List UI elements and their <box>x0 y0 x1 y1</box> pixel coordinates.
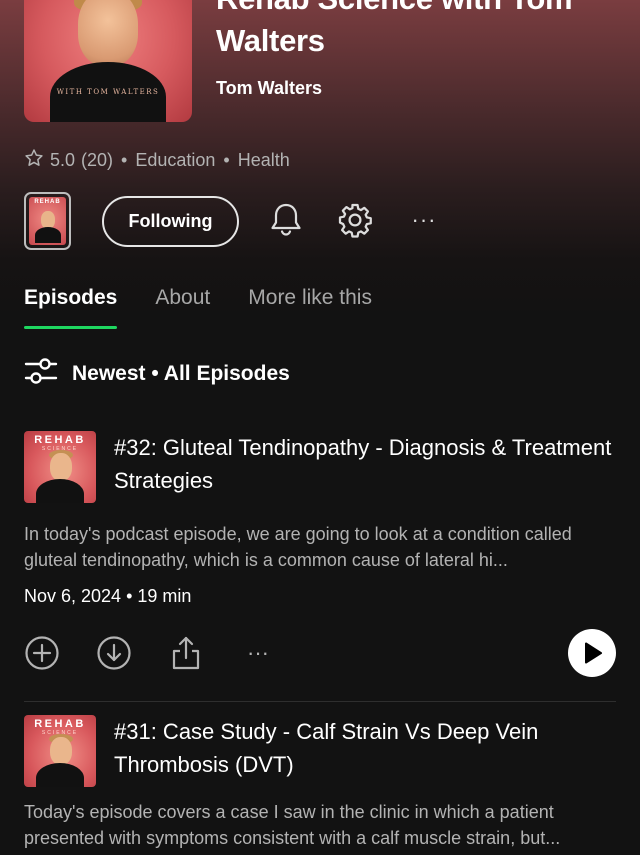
mini-cover-text: REHAB <box>34 199 61 205</box>
episode-description: In today's podcast episode, we are going… <box>24 524 572 570</box>
tab-more-like-this[interactable]: More like this <box>248 286 372 330</box>
episode-description: Today's episode covers a case I saw in t… <box>24 802 561 848</box>
episode-filter[interactable]: Newest • All Episodes <box>24 356 290 392</box>
thumb-face <box>50 737 72 765</box>
episode-duration: 19 min <box>137 586 192 606</box>
thumb-title: REHAB <box>34 434 86 446</box>
episode-date-duration: Nov 6, 2024 • 19 min <box>24 586 191 607</box>
episode-thumbnail: REHAB SCIENCE <box>24 431 96 503</box>
cover-face <box>78 0 138 66</box>
gear-icon[interactable] <box>337 202 373 238</box>
sliders-icon <box>24 356 58 392</box>
share-icon[interactable] <box>168 635 204 671</box>
play-button[interactable] <box>568 629 616 677</box>
mini-cover-image: REHAB <box>29 197 66 245</box>
add-to-library-icon[interactable] <box>24 635 60 671</box>
episode-title[interactable]: #31: Case Study - Calf Strain Vs Deep Ve… <box>114 715 614 781</box>
episode-thumbnail: REHAB SCIENCE <box>24 715 96 787</box>
download-icon[interactable] <box>96 635 132 671</box>
rating-value: 5.0 <box>50 150 76 170</box>
episode-controls: ··· <box>24 629 624 679</box>
thumb-title: REHAB <box>34 718 86 730</box>
bell-icon[interactable] <box>268 202 304 238</box>
episode-more-icon[interactable]: ··· <box>240 635 276 671</box>
podcast-actions: REHAB Following ··· <box>24 192 624 252</box>
category-education[interactable]: Education <box>135 150 215 171</box>
podcast-meta: 5.0 (20) • Education • Health <box>24 148 290 173</box>
podcast-cover-art: WITH TOM WALTERS <box>24 0 192 122</box>
category-health[interactable]: Health <box>238 150 290 171</box>
separator-dot: • <box>126 586 138 606</box>
thumb-face <box>50 453 72 481</box>
rating-count: (20) <box>81 150 114 170</box>
episode-divider <box>24 701 616 702</box>
following-button[interactable]: Following <box>102 196 239 247</box>
tab-about[interactable]: About <box>155 286 210 330</box>
play-icon <box>585 642 603 664</box>
episode-date: Nov 6, 2024 <box>24 586 122 606</box>
star-icon <box>24 148 44 173</box>
podcast-title: Rehab Science with Tom Walters <box>216 0 573 58</box>
tab-episodes[interactable]: Episodes <box>24 286 118 330</box>
separator-dot: • <box>121 150 128 170</box>
filter-label: Newest • All Episodes <box>72 362 290 385</box>
more-options-icon[interactable]: ··· <box>406 202 442 238</box>
mini-cover-thumbnail[interactable]: REHAB <box>24 192 71 250</box>
cover-tagline: WITH TOM WALTERS <box>56 88 160 96</box>
thumb-shirt <box>36 479 84 503</box>
thumb-shirt <box>36 763 84 787</box>
separator-dot: • <box>223 150 230 170</box>
podcast-author[interactable]: Tom Walters <box>216 78 322 99</box>
podcast-tabs: Episodes About More like this <box>24 286 410 330</box>
episode-title[interactable]: #32: Gluteal Tendinopathy - Diagnosis & … <box>114 431 614 497</box>
podcast-page: WITH TOM WALTERS Rehab Science with Tom … <box>0 0 640 855</box>
mini-cover-shirt <box>35 227 61 243</box>
